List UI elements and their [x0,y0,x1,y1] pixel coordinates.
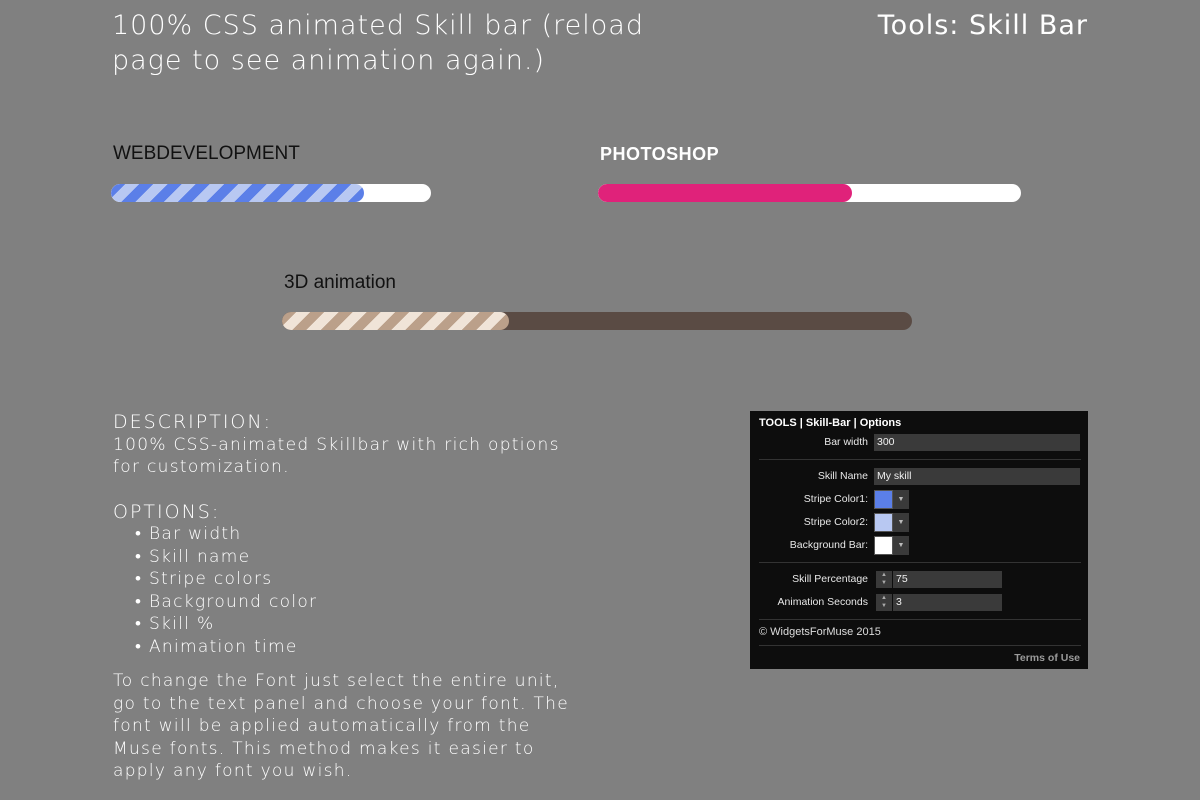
panel-divider [759,562,1081,563]
panel-divider [759,619,1081,620]
skill-label-webdevelopment: WEBDEVELOPMENT [113,143,300,164]
skill-percentage-input[interactable]: 75 [893,571,1002,588]
skill-bar-webdevelopment [111,184,431,202]
options-list-item: Skill % [135,613,633,636]
tools-title: Tools: Skill Bar [877,10,1088,41]
skill-bar-fill [111,184,364,202]
description-line: 100% CSS-animated Skillbar with rich opt… [113,434,560,455]
panel-title: TOOLS | Skill-Bar | Options [759,417,902,429]
skill-label-3d-animation: 3D animation [284,272,396,293]
page-title-line1: 100% CSS animated Skill bar (reload [112,10,644,41]
skill-bar-photoshop [598,184,1021,202]
chevron-down-icon[interactable]: ▼ [893,513,909,532]
font-note-line: Muse fonts. This method makes it easier … [113,738,535,759]
skill-bar-3d-animation [282,312,912,330]
color-swatch[interactable] [874,490,893,509]
options-panel: TOOLS | Skill-Bar | Options Bar width 30… [750,411,1088,669]
bar-width-label: Bar width [824,436,868,448]
skill-bar-fill [598,184,852,202]
options-list-item: Skill name [135,546,633,569]
color-swatch[interactable] [874,513,893,532]
page-title-line2: page to see animation again.) [112,45,545,76]
options-list-item: Bar width [135,523,633,546]
skill-percentage-label: Skill Percentage [792,573,868,585]
stripe-color2-label: Stripe Color2: [803,516,868,528]
panel-divider [759,645,1081,646]
bar-width-input[interactable]: 300 [874,434,1080,451]
animation-seconds-input[interactable]: 3 [893,594,1002,611]
font-note-line: To change the Font just select the entir… [113,671,560,691]
font-note-line: go to the text panel and choose your fon… [113,693,570,714]
options-heading: OPTIONS: [113,500,221,523]
chevron-down-icon[interactable]: ▼ [893,490,909,509]
page-title: 100% CSS animated Skill bar (reload page… [112,8,712,78]
description-heading: DESCRIPTION: [113,411,273,433]
stripe-color2-picker[interactable]: ▼ [874,513,909,532]
animation-seconds-label: Animation Seconds [777,596,868,608]
options-list-item: Animation time [135,636,633,659]
options-list-item: Stripe colors [135,568,633,591]
copyright-text: © WidgetsForMuse 2015 [759,626,881,638]
color-swatch[interactable] [874,536,893,555]
stepper-arrows-icon[interactable]: ▲ ▼ [876,594,892,611]
font-note-line: apply any font you wish. [113,761,353,781]
description-line: for customization. [113,457,290,477]
stripe-color1-label: Stripe Color1: [803,493,868,505]
skill-name-label: Skill Name [817,470,868,482]
stripe-color1-picker[interactable]: ▼ [874,490,909,509]
skill-name-input[interactable]: My skill [874,468,1080,485]
description-block: DESCRIPTION: 100% CSS-animated Skillbar … [113,411,633,783]
chevron-down-icon[interactable]: ▼ [893,536,909,555]
stepper-arrows-icon[interactable]: ▲ ▼ [876,571,892,588]
background-bar-picker[interactable]: ▼ [874,536,909,555]
skill-bar-fill [282,312,509,330]
panel-divider [759,459,1081,460]
skill-label-photoshop: PHOTOSHOP [600,144,720,164]
font-note-line: font will be applied automatically from … [113,716,531,736]
terms-of-use-link[interactable]: Terms of Use [1014,652,1080,664]
options-list: Bar width Skill name Stripe colors Backg… [135,523,633,658]
background-bar-label: Background Bar: [789,539,868,551]
options-list-item: Background color [135,591,633,614]
